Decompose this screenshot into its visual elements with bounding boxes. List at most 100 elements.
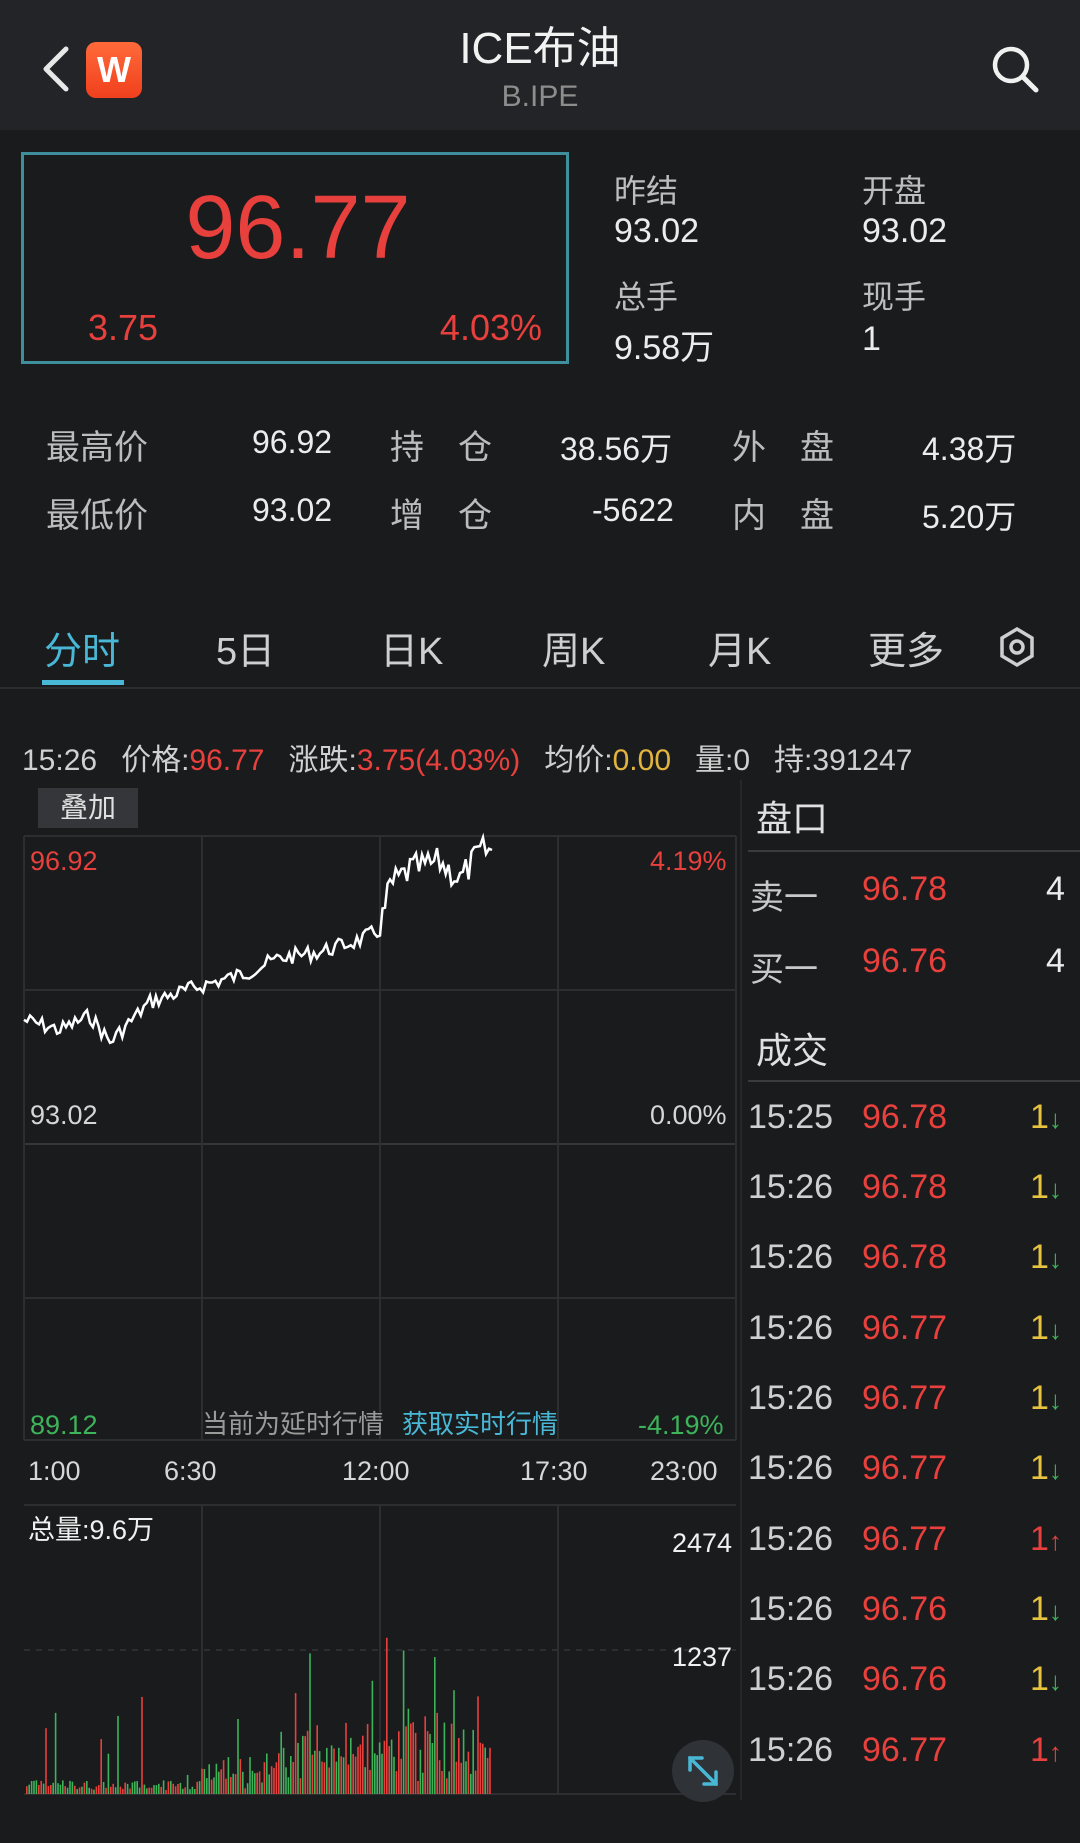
- volume-bar: [148, 1787, 150, 1794]
- volume-bar: [278, 1753, 280, 1794]
- volume-bar: [311, 1754, 314, 1794]
- info-avg: 0.00: [612, 744, 672, 777]
- volume-bar: [426, 1731, 429, 1794]
- outer-disc-label: 外 盘: [732, 429, 834, 467]
- search-icon[interactable]: [990, 44, 1040, 94]
- volume-bar: [395, 1771, 398, 1794]
- volume-bar: [225, 1778, 227, 1794]
- y-axis-high: 96.92: [30, 846, 98, 876]
- volume-bar: [282, 1747, 285, 1794]
- info-volume: 量:0: [695, 744, 751, 777]
- volume-bar: [270, 1766, 273, 1794]
- volume-bar: [393, 1756, 395, 1794]
- volume-bar: [484, 1747, 486, 1794]
- low-value: 93.02: [252, 492, 333, 528]
- volume-bar: [434, 1657, 436, 1794]
- volume-bar: [138, 1787, 141, 1794]
- volume-bar: [83, 1782, 86, 1794]
- volume-bar: [273, 1767, 275, 1794]
- volume-bar: [460, 1762, 462, 1794]
- price-box: 96.77 3.75 4.03%: [21, 152, 569, 364]
- volume-bar: [429, 1733, 431, 1794]
- tab-monthly-k[interactable]: 月K: [708, 620, 771, 675]
- trade-volume: 1↓: [1030, 1238, 1062, 1277]
- volume-bar: [441, 1771, 443, 1794]
- trade-time: 15:26: [748, 1590, 834, 1628]
- volume-bar: [158, 1783, 160, 1794]
- volume-bar: [74, 1785, 76, 1794]
- volume-bar: [141, 1696, 143, 1794]
- active-tab-indicator: [42, 680, 124, 685]
- volume-bar: [371, 1680, 374, 1794]
- volume-bar: [210, 1779, 213, 1794]
- volume-bar: [206, 1778, 208, 1794]
- intraday-chart[interactable]: [0, 780, 740, 1800]
- volume-bar: [227, 1757, 230, 1794]
- tab-more[interactable]: 更多: [868, 620, 944, 675]
- volume-bar: [330, 1745, 333, 1794]
- trade-time: 15:26: [748, 1379, 834, 1417]
- volume-bar: [186, 1774, 189, 1794]
- bid1-price: 96.76: [862, 942, 948, 980]
- trade-volume: 1↓: [1030, 1590, 1062, 1629]
- arrow-down-icon: ↓: [1048, 1244, 1062, 1274]
- volume-bar: [110, 1786, 112, 1794]
- expand-chart-button[interactable]: [672, 1740, 734, 1802]
- volume-bar: [465, 1761, 467, 1794]
- volume-bar: [453, 1690, 455, 1794]
- volume-bar: [165, 1790, 167, 1794]
- volume-bar: [162, 1780, 165, 1794]
- trade-volume: 1↓: [1030, 1309, 1062, 1348]
- trade-price: 96.78: [862, 1098, 948, 1136]
- volume-bar: [134, 1781, 136, 1794]
- bid1-volume: 4: [1046, 942, 1065, 980]
- volume-bar: [450, 1723, 453, 1794]
- volume-bar: [30, 1781, 33, 1794]
- overlay-button[interactable]: 叠加: [38, 788, 138, 828]
- trade-price: 96.76: [862, 1660, 948, 1698]
- volume-bar: [208, 1764, 210, 1794]
- realtime-link[interactable]: 获取实时行情: [402, 1404, 558, 1441]
- x-tick-4: 17:30: [520, 1456, 588, 1486]
- arrow-down-icon: ↓: [1048, 1666, 1062, 1696]
- volume-bar: [146, 1788, 148, 1794]
- orderbook-divider: [748, 850, 1080, 852]
- volume-bar: [57, 1783, 59, 1794]
- volume-bar: [215, 1763, 218, 1794]
- settings-gear-icon[interactable]: [996, 626, 1038, 668]
- inner-disc-label: 内 盘: [732, 497, 834, 535]
- volume-bar: [220, 1769, 222, 1794]
- volume-bar: [98, 1785, 100, 1794]
- volume-bar: [470, 1773, 472, 1794]
- ask1-price: 96.78: [862, 870, 948, 908]
- tab-weekly-k[interactable]: 周K: [542, 620, 605, 675]
- trade-volume: 1↑: [1030, 1731, 1062, 1770]
- volume-bar: [35, 1780, 38, 1794]
- trade-volume: 1↓: [1030, 1449, 1062, 1488]
- volume-bar: [280, 1731, 282, 1794]
- volume-bar: [177, 1784, 179, 1794]
- volume-bar: [352, 1754, 354, 1794]
- volume-bar: [222, 1760, 225, 1794]
- volume-bar: [189, 1789, 191, 1794]
- current-volume-value: 1: [862, 320, 881, 358]
- open-interest-value: 38.56万: [560, 431, 673, 467]
- volume-bar: [45, 1728, 47, 1794]
- x-tick-2: 6:30: [164, 1456, 217, 1486]
- trade-price: 96.77: [862, 1309, 948, 1347]
- tab-intraday[interactable]: 分时: [44, 620, 120, 675]
- volume-bar: [419, 1749, 422, 1794]
- volume-bar: [448, 1771, 450, 1794]
- tab-daily-k[interactable]: 日K: [380, 620, 443, 675]
- volume-bar: [198, 1781, 201, 1794]
- x-tick-5: 23:00: [650, 1456, 718, 1486]
- info-price: 96.77: [189, 744, 265, 777]
- volume-bar: [213, 1777, 215, 1794]
- tab-5day[interactable]: 5日: [216, 620, 275, 675]
- volume-bar: [431, 1743, 434, 1794]
- volume-bar: [71, 1781, 74, 1794]
- trade-time: 15:26: [748, 1238, 834, 1276]
- volume-bar: [285, 1767, 287, 1794]
- volume-bar: [340, 1756, 342, 1794]
- arrow-down-icon: ↓: [1048, 1455, 1062, 1485]
